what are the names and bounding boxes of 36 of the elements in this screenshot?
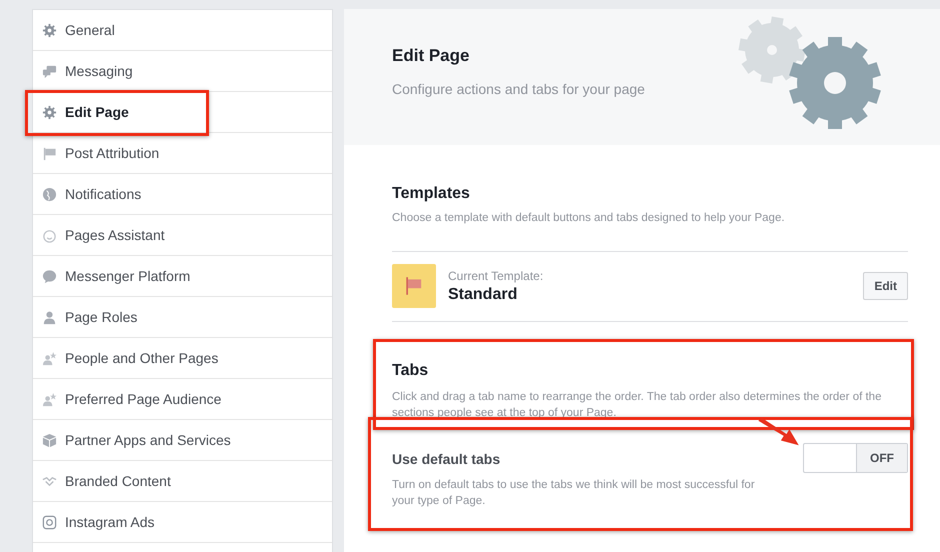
template-name: Standard <box>448 286 518 304</box>
sidebar-item[interactable]: Messenger Platform <box>33 256 332 297</box>
globe-icon <box>42 186 57 202</box>
camera-icon <box>42 514 57 530</box>
sidebar-item[interactable]: Pages Assistant <box>33 215 332 256</box>
toggle-switch[interactable]: OFF <box>803 443 908 473</box>
section-title: Tabs <box>392 362 430 380</box>
person-icon <box>42 310 57 324</box>
sidebar-item[interactable]: Notifications <box>33 174 332 215</box>
section-title: Templates <box>392 185 471 203</box>
template-label: Current Template: <box>448 268 544 282</box>
sidebar-item[interactable]: Preferred Page Audience <box>33 379 332 420</box>
smile-icon <box>42 228 57 242</box>
personstar-icon <box>42 392 57 406</box>
settings-icon <box>42 104 57 120</box>
sidebar-item[interactable]: People and Other Pages <box>33 338 332 379</box>
sidebar-item[interactable]: Post Attribution <box>33 133 332 174</box>
setting-title: Use default tabs <box>392 451 502 467</box>
personstar-icon <box>42 350 57 366</box>
sidebar-item[interactable]: Edit Page <box>33 92 332 133</box>
setting-description: Turn on default tabs to use the tabs we think will be most successful for your type of Page. <box>392 478 756 509</box>
sidebar-item[interactable]: General <box>33 10 332 51</box>
sidebar-item[interactable]: Branded Content <box>33 461 332 502</box>
sidebar-item[interactable]: Partner Apps and Services <box>33 420 332 461</box>
cube-icon <box>42 432 57 448</box>
settings-icon <box>42 22 57 38</box>
sidebar-item[interactable]: Page Roles <box>33 297 332 338</box>
flag-icon <box>42 146 57 160</box>
page-title: Edit Page <box>392 46 470 66</box>
chat-icon <box>42 64 57 78</box>
page-subtitle: Configure actions and tabs for your page <box>392 81 645 97</box>
edit-button[interactable]: Edit <box>863 272 908 300</box>
sidebar-item[interactable]: Instagram Ads <box>33 502 332 543</box>
section-description: Choose a template with default buttons and tabs designed to help your Page. <box>392 212 786 224</box>
bubble-icon <box>42 268 57 284</box>
sidebar-item[interactable]: Messaging <box>33 51 332 92</box>
